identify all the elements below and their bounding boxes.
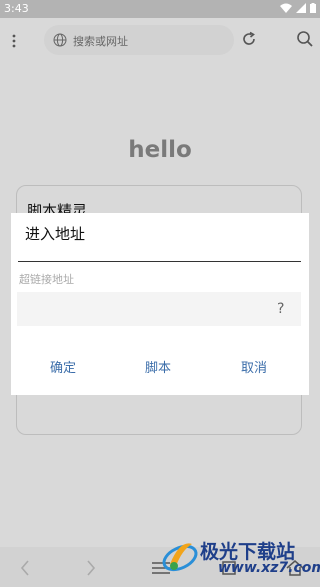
status-bar: 3:43	[0, 0, 320, 18]
watermark-logo-icon	[162, 543, 198, 572]
address-bar[interactable]: 搜索或网址	[44, 25, 234, 55]
watermark: 极光下载站 www.xz7.com	[160, 534, 320, 582]
status-icons	[280, 3, 316, 13]
hyperlink-address-input[interactable]	[17, 292, 301, 326]
search-icon[interactable]	[296, 30, 314, 48]
status-time: 3:43	[4, 2, 29, 15]
browser-toolbar: 搜索或网址	[0, 18, 320, 64]
dialog-actions: 确定 脚本 取消	[11, 357, 309, 377]
forward-icon[interactable]	[80, 557, 102, 579]
address-placeholder: 搜索或网址	[73, 35, 128, 48]
signal-icon	[296, 3, 306, 13]
dialog-title: 进入地址	[25, 225, 86, 243]
help-button[interactable]: ?	[277, 301, 284, 317]
battery-icon	[310, 3, 316, 13]
wifi-icon	[280, 3, 292, 13]
back-icon[interactable]	[14, 557, 36, 579]
confirm-button[interactable]: 确定	[50, 357, 76, 376]
page-hello-heading: hello	[128, 137, 192, 163]
reload-icon[interactable]	[241, 31, 257, 47]
title-divider	[18, 261, 301, 262]
cancel-button[interactable]: 取消	[241, 357, 267, 376]
more-menu-icon[interactable]	[5, 30, 23, 52]
watermark-url: www.xz7.com	[218, 560, 320, 576]
hyperlink-field-label: 超链接地址	[19, 273, 74, 286]
globe-icon	[53, 33, 67, 47]
enter-address-dialog: 进入地址 超链接地址 ? 确定 脚本 取消	[11, 213, 309, 395]
script-button[interactable]: 脚本	[145, 357, 171, 376]
